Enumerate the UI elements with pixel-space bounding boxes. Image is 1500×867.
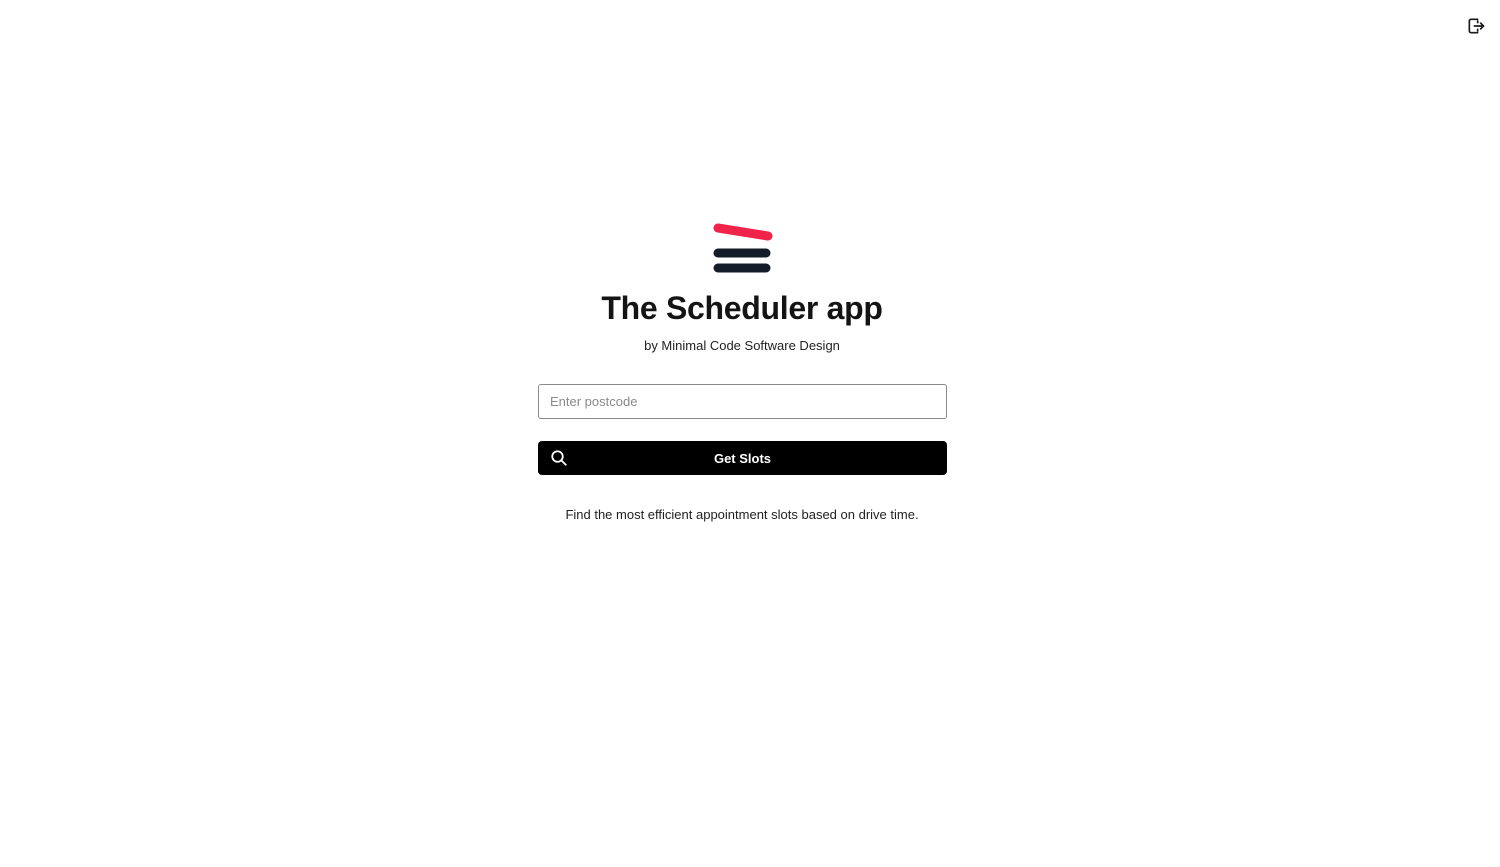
- logout-icon: [1466, 16, 1486, 36]
- get-slots-button[interactable]: Get Slots: [538, 441, 947, 475]
- logo-icon: [713, 222, 773, 276]
- page-title: The Scheduler app: [601, 290, 883, 326]
- postcode-input[interactable]: [538, 384, 947, 419]
- search-icon: [550, 449, 568, 467]
- logout-button[interactable]: [1462, 12, 1490, 40]
- app-description: Find the most efficient appointment slot…: [565, 507, 919, 522]
- page: The Scheduler app by Minimal Code Softwa…: [0, 0, 1500, 867]
- page-subtitle: by Minimal Code Software Design: [644, 338, 840, 353]
- get-slots-label: Get Slots: [713, 450, 772, 466]
